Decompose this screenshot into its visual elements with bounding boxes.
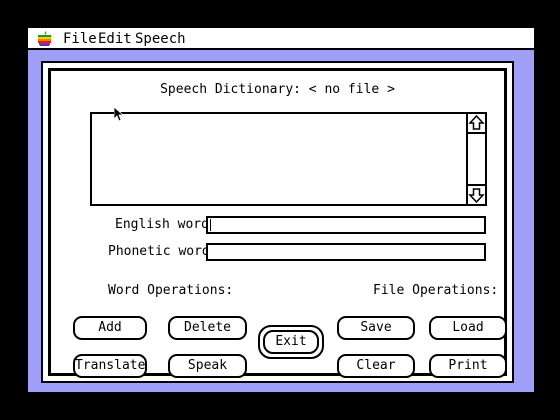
apple-logo-icon[interactable]	[37, 31, 52, 46]
speak-button[interactable]: Speak	[168, 354, 247, 378]
speech-dictionary-dialog: Speech Dictionary: < no file > English w…	[41, 61, 514, 383]
menu-file[interactable]: File	[63, 31, 97, 47]
scroll-up-button[interactable]	[468, 114, 485, 134]
scroll-down-button[interactable]	[468, 184, 485, 204]
clear-button[interactable]: Clear	[337, 354, 415, 378]
scrollbar[interactable]	[466, 114, 485, 204]
english-word-label: English word:	[115, 217, 217, 232]
english-word-field[interactable]	[206, 216, 486, 234]
translate-button[interactable]: Translate	[73, 354, 147, 378]
word-operations-label: Word Operations:	[108, 283, 234, 298]
exit-button[interactable]: Exit	[263, 330, 319, 354]
text-caret	[210, 219, 211, 231]
exit-default-ring: Exit	[258, 325, 324, 359]
menu-edit[interactable]: Edit	[98, 31, 132, 47]
load-button[interactable]: Load	[429, 316, 507, 340]
phonetic-word-field[interactable]	[206, 243, 486, 261]
phonetic-word-label: Phonetic word:	[108, 244, 218, 259]
scroll-up-arrow-icon	[468, 114, 485, 130]
menu-bar: File Edit Speech	[28, 28, 534, 50]
file-operations-label: File Operations:	[373, 283, 499, 298]
print-button[interactable]: Print	[429, 354, 507, 378]
dialog-title: Speech Dictionary: < no file >	[160, 82, 395, 97]
menu-speech[interactable]: Speech	[135, 31, 186, 47]
save-button[interactable]: Save	[337, 316, 415, 340]
delete-button[interactable]: Delete	[168, 316, 247, 340]
word-list[interactable]	[90, 112, 487, 206]
mouse-pointer-icon	[114, 107, 124, 122]
screen: File Edit Speech Speech Dictionary: < no…	[28, 28, 534, 392]
scroll-down-arrow-icon	[468, 188, 485, 204]
add-button[interactable]: Add	[73, 316, 147, 340]
